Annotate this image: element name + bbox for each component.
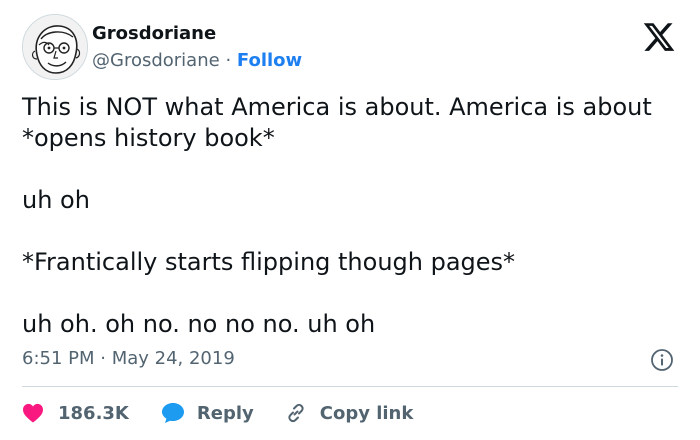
- link-icon: [288, 403, 304, 423]
- like-button[interactable]: 186.3K: [22, 403, 129, 424]
- avatar-sketch-icon: [23, 15, 87, 79]
- copy-link-label: Copy link: [319, 402, 414, 424]
- heart-icon: [23, 403, 43, 423]
- tweet-paragraph: This is NOT what America is about. Ameri…: [22, 93, 652, 152]
- tweet-text: This is NOT what America is about. Ameri…: [22, 92, 682, 340]
- divider: [22, 386, 678, 387]
- tweet-header: Grosdoriane @Grosdoriane · Follow: [22, 14, 678, 80]
- tweet-card: Grosdoriane @Grosdoriane · Follow This i…: [0, 0, 700, 440]
- tweet-timestamp[interactable]: 6:51 PM · May 24, 2019: [22, 346, 235, 372]
- tweet-paragraph: *Frantically starts flipping though page…: [22, 248, 516, 276]
- follow-button[interactable]: Follow: [237, 50, 302, 71]
- reply-button[interactable]: Reply: [161, 402, 254, 424]
- tweet-paragraph: uh oh: [22, 186, 90, 214]
- like-count: 186.3K: [58, 402, 129, 424]
- tweet-actions: 186.3K Reply Copy link: [22, 398, 413, 428]
- handle-row: @Grosdoriane · Follow: [92, 48, 302, 74]
- separator-dot: ·: [225, 50, 232, 71]
- info-icon[interactable]: [650, 348, 674, 372]
- speech-bubble-icon: [161, 403, 184, 423]
- x-logo-icon[interactable]: [642, 20, 676, 54]
- tweet-paragraph: uh oh. oh no. no no no. uh oh: [22, 310, 376, 338]
- user-info: Grosdoriane @Grosdoriane · Follow: [92, 22, 302, 74]
- display-name[interactable]: Grosdoriane: [92, 22, 302, 46]
- user-handle[interactable]: @Grosdoriane: [92, 50, 220, 71]
- reply-label: Reply: [196, 402, 254, 424]
- copy-link-button[interactable]: Copy link: [284, 401, 414, 425]
- avatar[interactable]: [22, 14, 88, 80]
